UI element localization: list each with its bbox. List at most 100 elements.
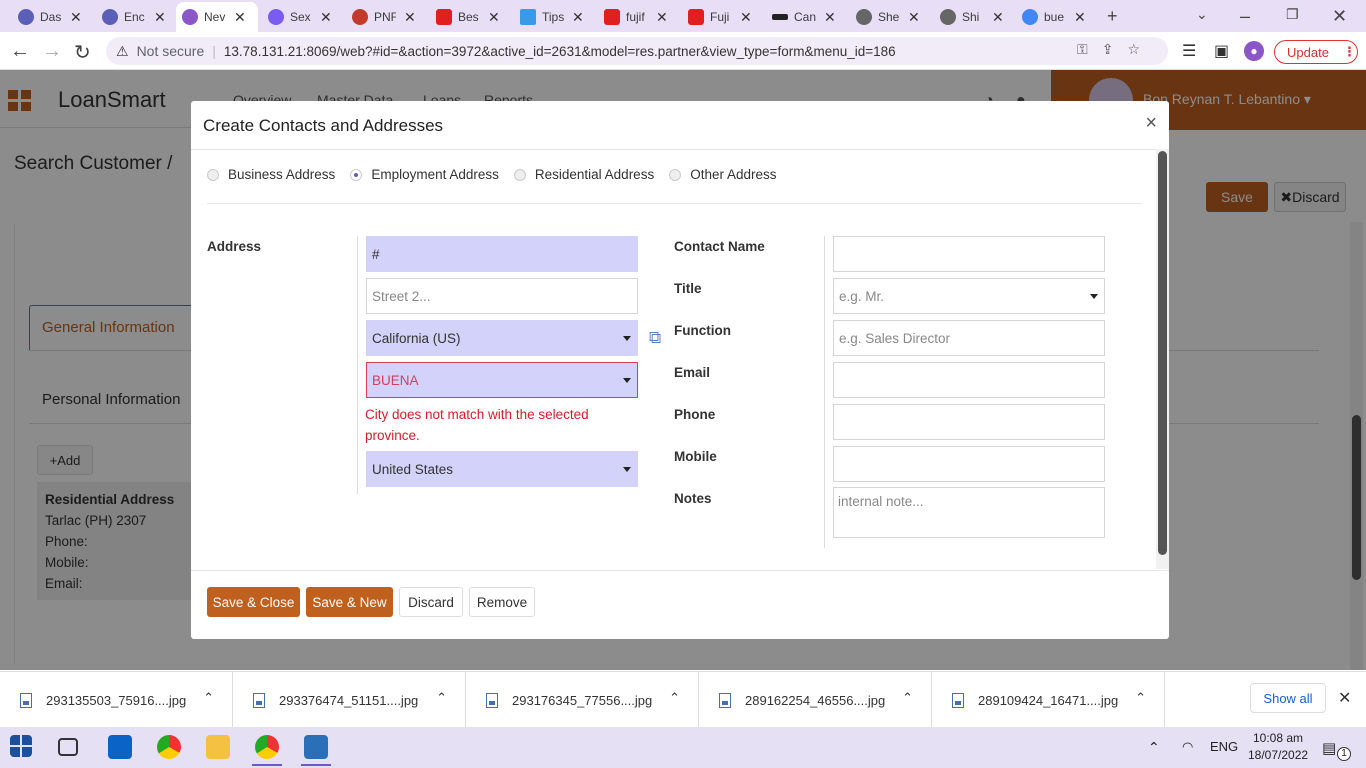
email-input[interactable] (833, 362, 1105, 398)
tab-close-icon[interactable]: ✕ (404, 9, 416, 26)
discard-button[interactable]: Discard (399, 587, 463, 617)
browser-tab[interactable]: She ✕ (850, 4, 926, 30)
clock[interactable]: 10:08 am 18/07/2022 (1248, 730, 1308, 764)
function-input[interactable]: e.g. Sales Director (833, 320, 1105, 356)
notes-textarea[interactable]: internal note... (833, 487, 1105, 538)
remove-button[interactable]: Remove (469, 587, 535, 617)
tab-title: bue (1044, 10, 1065, 24)
sidepanel-icon[interactable]: ▣ (1214, 41, 1229, 61)
browser-tab-active[interactable]: Nev ✕ (176, 2, 258, 32)
tab-close-icon[interactable]: ✕ (70, 9, 82, 26)
close-icon[interactable]: × (1145, 112, 1157, 135)
tab-close-icon[interactable]: ✕ (908, 9, 920, 26)
phone-input[interactable] (833, 404, 1105, 440)
browser-tab[interactable]: Bes ✕ (430, 4, 506, 30)
language-indicator[interactable]: ENG (1210, 739, 1238, 754)
radio-dot[interactable] (513, 168, 526, 181)
tab-close-icon[interactable]: ✕ (824, 9, 836, 26)
tab-favicon-icon (856, 9, 872, 25)
chevron-up-icon[interactable]: ⌃ (436, 690, 447, 706)
browser-tab[interactable]: Fuji ✕ (682, 4, 758, 30)
download-item[interactable]: 293135503_75916....jpg ⌃ (0, 672, 233, 728)
browser-tab[interactable]: bue ✕ (1016, 4, 1092, 30)
download-item[interactable]: 293376474_51151....jpg ⌃ (233, 672, 466, 728)
tab-search-icon[interactable]: ⌄ (1196, 6, 1208, 23)
create-contact-dialog: Create Contacts and Addresses × Business… (191, 101, 1169, 639)
browser-tab[interactable]: Enc ✕ (96, 4, 172, 30)
chrome-icon[interactable] (157, 735, 181, 759)
chevron-up-icon[interactable]: ⌃ (669, 690, 680, 706)
wifi-icon[interactable]: ◠ (1182, 739, 1193, 755)
state-select[interactable]: California (US) (366, 320, 638, 356)
restore-icon[interactable]: ❐ (1286, 6, 1299, 23)
tab-close-icon[interactable]: ✕ (656, 9, 668, 26)
forward-icon[interactable]: → (42, 40, 62, 63)
window-close-icon[interactable]: ✕ (1332, 6, 1347, 27)
tab-close-icon[interactable]: ✕ (1074, 9, 1086, 26)
profile-avatar-icon[interactable]: ● (1244, 41, 1264, 61)
city-select[interactable]: BUENA (366, 362, 638, 398)
chrome-profile-icon[interactable] (252, 735, 282, 766)
bookmark-star-icon[interactable]: ☆ (1127, 41, 1154, 57)
address-bar[interactable]: ⚠ Not secure | 13.78.131.21:8069/web?#id… (106, 37, 1168, 65)
tab-close-icon[interactable]: ✕ (740, 9, 752, 26)
contact-name-input[interactable] (833, 236, 1105, 272)
mobile-input[interactable] (833, 446, 1105, 482)
tab-close-icon[interactable]: ✕ (154, 9, 166, 26)
radio-residential-address[interactable]: Residential Address (513, 167, 654, 182)
photos-icon[interactable] (301, 735, 331, 766)
browser-tab[interactable]: Das ✕ (12, 4, 88, 30)
reload-icon[interactable]: ↻ (74, 40, 91, 65)
kebab-menu-icon[interactable]: ⋮ (1343, 44, 1356, 60)
download-item[interactable]: 289109424_16471....jpg ⌃ (932, 672, 1165, 728)
new-tab-button[interactable]: + (1107, 6, 1118, 27)
radio-dot[interactable] (669, 168, 682, 181)
radio-dot[interactable] (350, 168, 363, 181)
download-item[interactable]: 289162254_46556....jpg ⌃ (699, 672, 932, 728)
show-all-button[interactable]: Show all (1250, 683, 1326, 713)
country-select[interactable]: United States (366, 451, 638, 487)
update-button[interactable]: Update ⋮ (1274, 40, 1358, 64)
outlook-icon[interactable] (108, 735, 132, 759)
radio-employment-address[interactable]: Employment Address (350, 167, 499, 182)
radio-other-address[interactable]: Other Address (669, 167, 777, 182)
browser-tab[interactable]: Sex ✕ (262, 4, 338, 30)
browser-tab[interactable]: Tips ✕ (514, 4, 590, 30)
start-windows-icon[interactable] (10, 735, 32, 757)
title-select[interactable]: e.g. Mr. (833, 278, 1105, 314)
notification-icon[interactable]: ▤ (1322, 739, 1336, 757)
download-filename: 293135503_75916....jpg (46, 692, 187, 708)
browser-tab[interactable]: PNF ✕ (346, 4, 422, 30)
media-icon[interactable]: ☰ (1182, 41, 1196, 61)
back-icon[interactable]: ← (10, 40, 30, 63)
url-text[interactable]: 13.78.131.21:8069/web?#id=&action=3972&a… (224, 44, 896, 59)
street2-input[interactable]: Street 2... (366, 278, 638, 314)
tab-close-icon[interactable]: ✕ (992, 9, 1004, 26)
dialog-scrollbar-thumb[interactable] (1158, 151, 1167, 555)
tab-close-icon[interactable]: ✕ (234, 9, 246, 26)
radio-dot[interactable] (207, 168, 219, 181)
chevron-up-icon[interactable]: ⌃ (902, 690, 913, 706)
tab-close-icon[interactable]: ✕ (320, 9, 332, 26)
tab-close-icon[interactable]: ✕ (488, 9, 500, 26)
task-view-icon[interactable] (58, 738, 78, 756)
minimize-icon[interactable]: – (1240, 6, 1250, 27)
browser-tab[interactable]: Shi ✕ (934, 4, 1010, 30)
radio-business-address[interactable]: Business Address (207, 167, 335, 182)
browser-tab[interactable]: Can ✕ (766, 4, 842, 30)
download-item[interactable]: 293176345_77556....jpg ⌃ (466, 672, 699, 728)
chevron-up-icon[interactable]: ⌃ (203, 690, 214, 706)
chevron-up-icon[interactable]: ⌃ (1135, 690, 1146, 706)
save-new-button[interactable]: Save & New (306, 587, 393, 617)
tray-chevron-up-icon[interactable]: ⌃ (1148, 739, 1160, 756)
file-explorer-icon[interactable] (206, 735, 230, 759)
tab-close-icon[interactable]: ✕ (572, 9, 584, 26)
browser-tab[interactable]: fujif ✕ (598, 4, 674, 30)
key-icon[interactable]: ⚿ (1077, 41, 1102, 57)
close-downloads-icon[interactable]: ✕ (1338, 688, 1351, 708)
street-input[interactable]: # (366, 236, 638, 272)
save-close-button[interactable]: Save & Close (207, 587, 300, 617)
external-link-icon[interactable]: ⧉ (649, 328, 661, 348)
share-icon[interactable]: ⇪ (1102, 41, 1128, 57)
divider (357, 236, 358, 494)
